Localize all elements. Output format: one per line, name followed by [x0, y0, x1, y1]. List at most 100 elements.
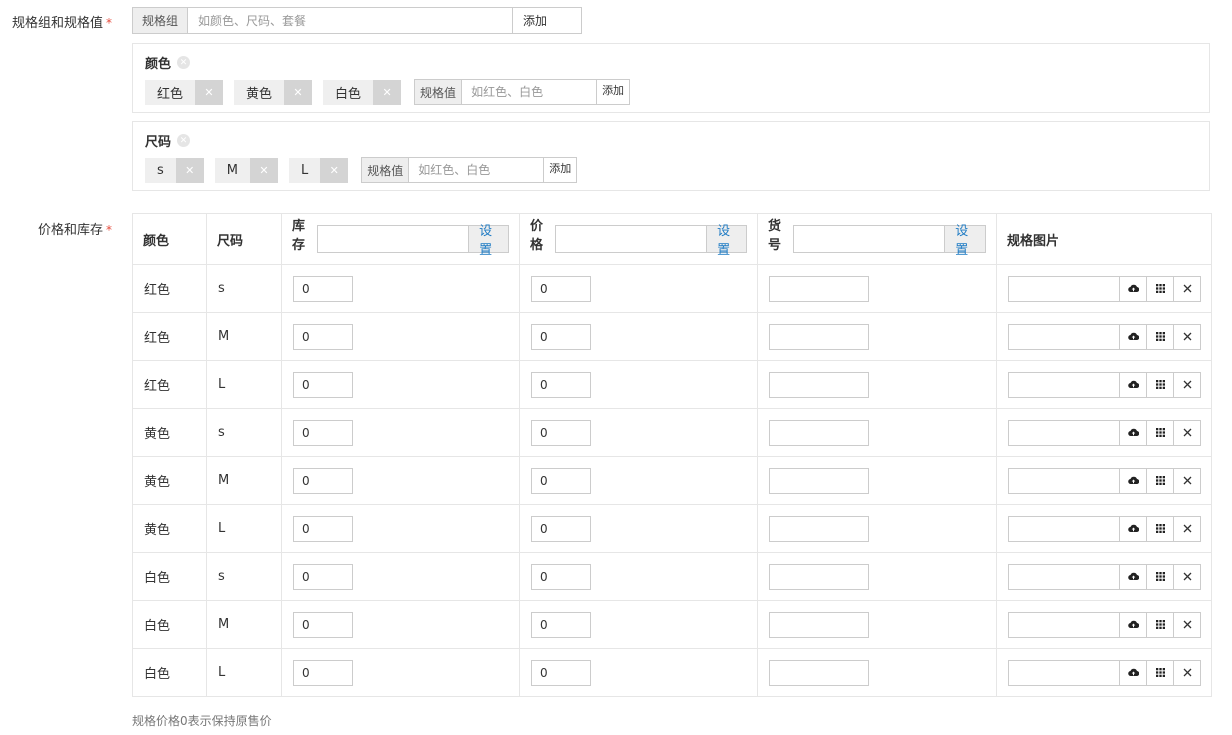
grid-select-icon[interactable]: [1146, 372, 1173, 397]
sku-row: 红色 M: [132, 312, 1212, 361]
sn-input[interactable]: [769, 467, 869, 494]
stock-input[interactable]: [293, 419, 353, 446]
grid-select-icon[interactable]: [1146, 420, 1173, 445]
grid-select-icon[interactable]: [1146, 516, 1173, 541]
grid-select-icon[interactable]: [1146, 660, 1173, 685]
add-spec-value-button[interactable]: 添加: [543, 158, 577, 182]
spec-value-input[interactable]: [409, 158, 544, 182]
stock-input[interactable]: [293, 371, 353, 398]
row-size: L: [218, 377, 226, 392]
stock-input[interactable]: [293, 611, 353, 638]
clear-image-icon[interactable]: [1173, 372, 1200, 397]
clear-image-icon[interactable]: [1173, 564, 1200, 589]
sn-input[interactable]: [769, 659, 869, 686]
batch-sn-input[interactable]: [794, 226, 945, 252]
header-sn: 货号 设置: [757, 213, 997, 265]
price-input[interactable]: [531, 275, 591, 302]
stock-input[interactable]: [293, 563, 353, 590]
spec-value-input-group: 规格值 添加: [414, 79, 631, 105]
spec-group-input[interactable]: [188, 8, 513, 33]
upload-cloud-icon[interactable]: [1119, 372, 1146, 397]
price-input[interactable]: [531, 563, 591, 590]
clear-image-icon[interactable]: [1173, 612, 1200, 637]
sn-input[interactable]: [769, 275, 869, 302]
row-color: 红色: [144, 331, 171, 346]
set-stock-button[interactable]: 设置: [468, 224, 508, 258]
stock-input[interactable]: [293, 275, 353, 302]
upload-cloud-icon[interactable]: [1119, 612, 1146, 637]
stock-input[interactable]: [293, 467, 353, 494]
remove-group-icon[interactable]: ✕: [177, 134, 191, 147]
remove-value-icon[interactable]: ✕: [250, 157, 278, 183]
price-input[interactable]: [531, 611, 591, 638]
sn-input[interactable]: [769, 371, 869, 398]
image-url-input[interactable]: [1009, 516, 1119, 541]
sn-input[interactable]: [769, 611, 869, 638]
price-input[interactable]: [531, 515, 591, 542]
stock-input[interactable]: [293, 515, 353, 542]
sn-input[interactable]: [769, 563, 869, 590]
upload-cloud-icon[interactable]: [1119, 660, 1146, 685]
remove-value-icon[interactable]: ✕: [373, 79, 402, 105]
image-url-input[interactable]: [1009, 324, 1119, 349]
grid-select-icon[interactable]: [1146, 276, 1173, 301]
grid-select-icon[interactable]: [1146, 324, 1173, 349]
spec-value-input-group: 规格值 添加: [361, 157, 578, 183]
clear-image-icon[interactable]: [1173, 276, 1200, 301]
clear-image-icon[interactable]: [1173, 468, 1200, 493]
remove-value-icon[interactable]: ✕: [284, 79, 313, 105]
grid-select-icon[interactable]: [1146, 564, 1173, 589]
image-url-input[interactable]: [1009, 372, 1119, 397]
price-input[interactable]: [531, 659, 591, 686]
upload-cloud-icon[interactable]: [1119, 468, 1146, 493]
clear-image-icon[interactable]: [1173, 420, 1200, 445]
image-input-group: [1008, 323, 1201, 350]
add-spec-value-button[interactable]: 添加: [596, 80, 630, 104]
spec-values: 红色 ✕ 黄色 ✕ 白色 ✕ 规格值 添加: [145, 79, 631, 105]
image-url-input[interactable]: [1009, 420, 1119, 445]
stock-input[interactable]: [293, 659, 353, 686]
remove-value-icon[interactable]: ✕: [320, 157, 349, 183]
add-spec-group-button[interactable]: 添加: [512, 8, 558, 33]
upload-cloud-icon[interactable]: [1119, 516, 1146, 541]
required-mark: *: [106, 16, 112, 30]
set-price-button[interactable]: 设置: [706, 224, 746, 258]
upload-cloud-icon[interactable]: [1119, 420, 1146, 445]
batch-price-input[interactable]: [556, 226, 707, 252]
stock-input[interactable]: [293, 323, 353, 350]
cell-size: M: [206, 600, 282, 649]
grid-select-icon[interactable]: [1146, 468, 1173, 493]
clear-image-icon[interactable]: [1173, 660, 1200, 685]
cell-sn: [757, 552, 997, 601]
spec-value-addon: 规格值: [362, 158, 410, 182]
upload-cloud-icon[interactable]: [1119, 276, 1146, 301]
set-sn-button[interactable]: 设置: [944, 224, 985, 258]
sn-input[interactable]: [769, 419, 869, 446]
remove-group-icon[interactable]: ✕: [177, 56, 191, 69]
batch-stock-input[interactable]: [318, 226, 469, 252]
remove-value-icon[interactable]: ✕: [175, 157, 204, 183]
price-input[interactable]: [531, 467, 591, 494]
clear-image-icon[interactable]: [1173, 516, 1200, 541]
sku-row: 白色 M: [132, 600, 1212, 649]
grid-select-icon[interactable]: [1146, 612, 1173, 637]
sn-input[interactable]: [769, 323, 869, 350]
cell-price: [519, 456, 758, 505]
spec-group-name: 尺码 ✕: [145, 131, 191, 150]
image-url-input[interactable]: [1009, 660, 1119, 685]
cell-price: [519, 312, 758, 361]
price-input[interactable]: [531, 371, 591, 398]
remove-value-icon[interactable]: ✕: [195, 79, 224, 105]
upload-cloud-icon[interactable]: [1119, 324, 1146, 349]
image-url-input[interactable]: [1009, 612, 1119, 637]
image-input-group: [1008, 371, 1201, 398]
price-input[interactable]: [531, 323, 591, 350]
image-url-input[interactable]: [1009, 468, 1119, 493]
upload-cloud-icon[interactable]: [1119, 564, 1146, 589]
image-url-input[interactable]: [1009, 564, 1119, 589]
image-url-input[interactable]: [1009, 276, 1119, 301]
spec-value-input[interactable]: [462, 80, 597, 104]
clear-image-icon[interactable]: [1173, 324, 1200, 349]
sn-input[interactable]: [769, 515, 869, 542]
price-input[interactable]: [531, 419, 591, 446]
